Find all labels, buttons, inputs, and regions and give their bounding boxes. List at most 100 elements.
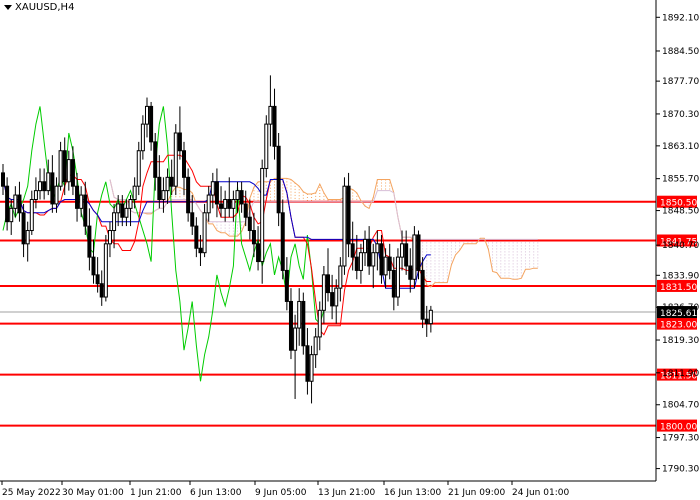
candle-body[interactable] xyxy=(227,198,232,209)
candle-body[interactable] xyxy=(321,274,326,311)
candle-body[interactable] xyxy=(400,243,405,258)
candle-body[interactable] xyxy=(416,234,421,271)
candle-body[interactable] xyxy=(87,225,92,258)
candle-body[interactable] xyxy=(116,203,121,214)
candle-body[interactable] xyxy=(223,198,228,209)
candle-body[interactable] xyxy=(239,190,244,205)
candle-body[interactable] xyxy=(342,185,347,267)
candle-body[interactable] xyxy=(334,287,339,307)
candle-body[interactable] xyxy=(182,150,187,178)
candle-body[interactable] xyxy=(136,150,141,187)
candle-body[interactable] xyxy=(375,243,380,254)
candle-body[interactable] xyxy=(247,216,252,232)
candle-body[interactable] xyxy=(387,256,392,271)
candle-body[interactable] xyxy=(161,190,166,200)
candle-body[interactable] xyxy=(354,256,359,271)
candle-body[interactable] xyxy=(21,212,26,245)
candle-body[interactable] xyxy=(54,185,59,205)
candle-body[interactable] xyxy=(83,194,88,227)
candle-body[interactable] xyxy=(297,300,302,329)
candle-body[interactable] xyxy=(190,212,195,227)
candle-body[interactable] xyxy=(112,212,117,232)
candle-body[interactable] xyxy=(25,230,30,245)
candle-body[interactable] xyxy=(13,194,18,209)
candle-body[interactable] xyxy=(58,150,63,187)
candle-body[interactable] xyxy=(264,123,269,169)
candle-body[interactable] xyxy=(210,181,215,196)
candle-body[interactable] xyxy=(165,176,170,192)
candle-body[interactable] xyxy=(95,274,100,285)
candle-body[interactable] xyxy=(284,269,289,302)
candle-body[interactable] xyxy=(371,252,376,267)
candle-body[interactable] xyxy=(251,230,256,245)
candle-body[interactable] xyxy=(42,181,47,192)
candle-body[interactable] xyxy=(276,145,281,214)
candle-body[interactable] xyxy=(404,243,409,267)
candle-body[interactable] xyxy=(198,247,203,254)
candle-body[interactable] xyxy=(305,345,310,382)
candle-body[interactable] xyxy=(17,194,22,214)
candle-body[interactable] xyxy=(412,234,417,280)
candle-body[interactable] xyxy=(103,243,108,298)
candle-body[interactable] xyxy=(268,105,273,125)
candle-body[interactable] xyxy=(280,212,285,271)
candle-body[interactable] xyxy=(177,132,182,152)
candle-body[interactable] xyxy=(149,105,154,143)
candle-body[interactable] xyxy=(338,265,343,289)
candle-body[interactable] xyxy=(317,309,322,338)
candle-body[interactable] xyxy=(395,256,400,298)
candle-body[interactable] xyxy=(79,194,84,209)
candle-body[interactable] xyxy=(301,300,306,347)
candle-body[interactable] xyxy=(75,185,80,209)
candle-body[interactable] xyxy=(62,150,67,183)
candle-body[interactable] xyxy=(9,207,14,223)
candle-body[interactable] xyxy=(358,252,363,271)
candle-body[interactable] xyxy=(235,190,240,200)
candle-body[interactable] xyxy=(202,212,207,254)
candle-body[interactable] xyxy=(383,256,388,276)
candle-body[interactable] xyxy=(46,172,51,192)
candle-body[interactable] xyxy=(231,198,236,209)
candle-body[interactable] xyxy=(33,190,38,200)
candle-body[interactable] xyxy=(391,269,396,298)
candle-body[interactable] xyxy=(424,318,429,325)
candle-body[interactable] xyxy=(194,225,199,249)
candle-body[interactable] xyxy=(128,198,133,209)
candle-body[interactable] xyxy=(379,243,384,276)
candle-body[interactable] xyxy=(260,167,265,263)
candle-body[interactable] xyxy=(169,176,174,187)
candle-body[interactable] xyxy=(219,203,224,209)
candle-body[interactable] xyxy=(420,269,425,320)
candle-body[interactable] xyxy=(309,354,314,382)
candle-body[interactable] xyxy=(91,256,96,276)
candle-body[interactable] xyxy=(367,238,372,267)
chart-title[interactable]: XAUUSD,H4 xyxy=(4,2,74,13)
candle-body[interactable] xyxy=(428,309,433,325)
candle-body[interactable] xyxy=(66,159,71,183)
candle-body[interactable] xyxy=(140,123,145,152)
candle-body[interactable] xyxy=(70,159,75,187)
candle-body[interactable] xyxy=(350,243,355,258)
candle-body[interactable] xyxy=(153,141,158,178)
candle-body[interactable] xyxy=(124,207,129,218)
candle-body[interactable] xyxy=(346,185,351,245)
candle-body[interactable] xyxy=(144,105,149,125)
candle-body[interactable] xyxy=(243,203,248,218)
candle-body[interactable] xyxy=(38,181,43,192)
candle-body[interactable] xyxy=(363,238,368,254)
candle-body[interactable] xyxy=(206,194,211,214)
candle-body[interactable] xyxy=(157,176,162,200)
candle-body[interactable] xyxy=(107,230,112,245)
candle-body[interactable] xyxy=(99,283,104,298)
candle-body[interactable] xyxy=(120,203,125,218)
candle-body[interactable] xyxy=(173,132,178,187)
candle-body[interactable] xyxy=(50,172,55,205)
price-chart[interactable]: 1850.501841.751831.501823.001811.501800.… xyxy=(0,0,700,500)
candle-body[interactable] xyxy=(132,185,137,200)
candle-body[interactable] xyxy=(1,172,5,187)
candle-body[interactable] xyxy=(330,292,335,307)
chart-menu-triangle-icon[interactable] xyxy=(4,5,12,10)
candle-body[interactable] xyxy=(293,327,298,351)
candle-body[interactable] xyxy=(186,176,191,214)
candle-body[interactable] xyxy=(256,243,261,263)
